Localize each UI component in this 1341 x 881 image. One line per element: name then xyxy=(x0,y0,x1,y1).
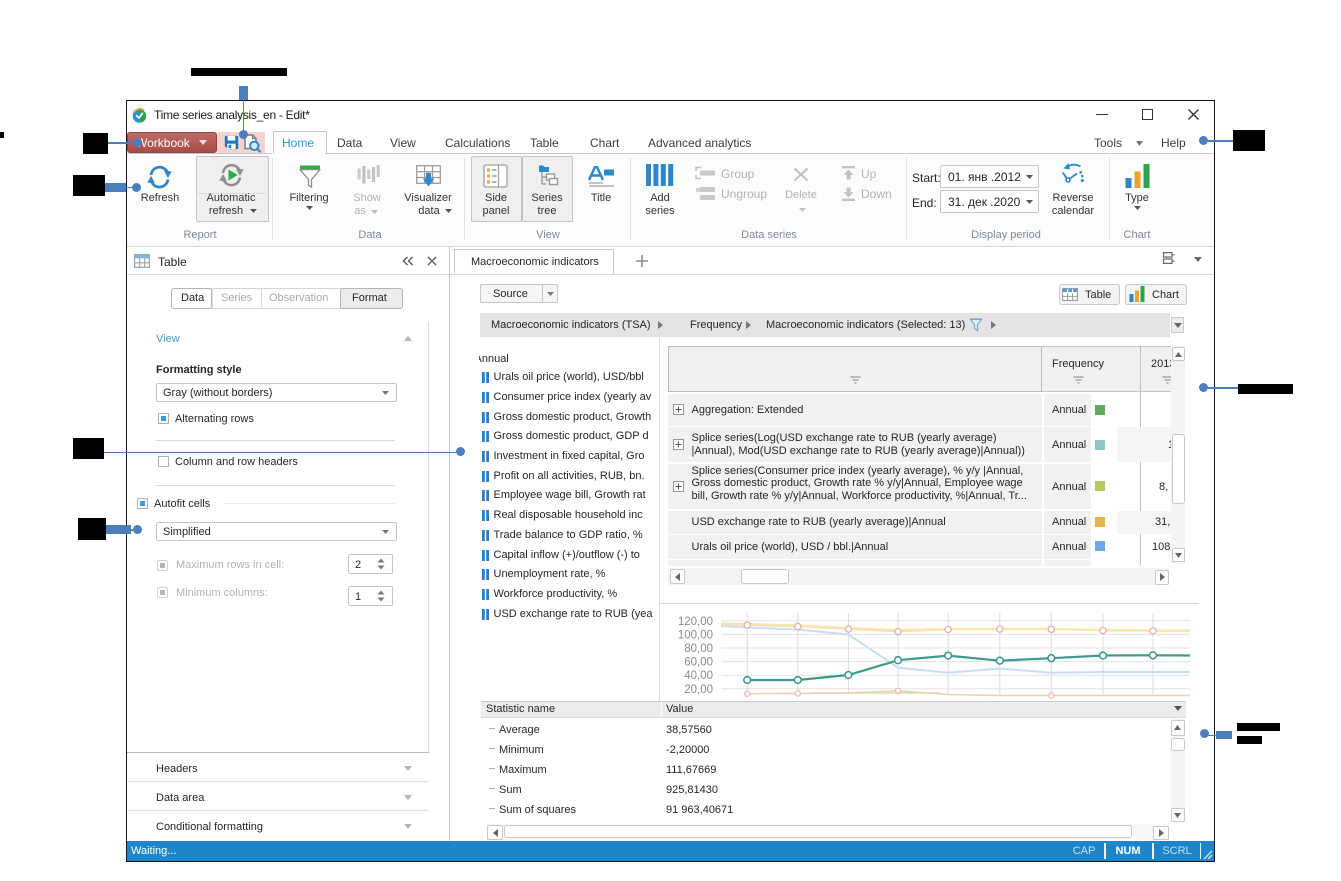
svg-text:80,00: 80,00 xyxy=(684,643,713,655)
svg-text:60,00: 60,00 xyxy=(684,657,713,669)
svg-text:20,00: 20,00 xyxy=(684,684,713,696)
svg-text:40,00: 40,00 xyxy=(684,670,713,682)
svg-text:120,00: 120,00 xyxy=(678,616,713,628)
svg-text:100,00: 100,00 xyxy=(678,629,713,641)
